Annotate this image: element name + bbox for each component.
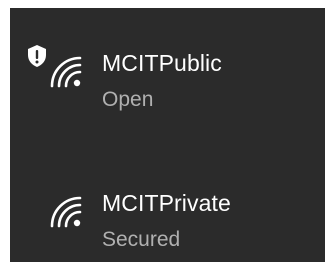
wifi-signal-icon bbox=[50, 196, 82, 228]
network-status: Open bbox=[102, 88, 154, 111]
network-item-mcitprivate[interactable]: MCITPrivate Secured bbox=[10, 172, 325, 262]
network-item-mcitpublic[interactable]: MCITPublic Open bbox=[10, 32, 325, 132]
network-name: MCITPublic bbox=[102, 50, 222, 76]
wifi-network-list: MCITPublic Open MCITPrivate Secured bbox=[10, 8, 325, 262]
network-status: Secured bbox=[102, 228, 181, 251]
wifi-signal-icon bbox=[50, 56, 82, 88]
shield-warning-icon bbox=[28, 45, 46, 67]
network-name: MCITPrivate bbox=[102, 190, 231, 216]
